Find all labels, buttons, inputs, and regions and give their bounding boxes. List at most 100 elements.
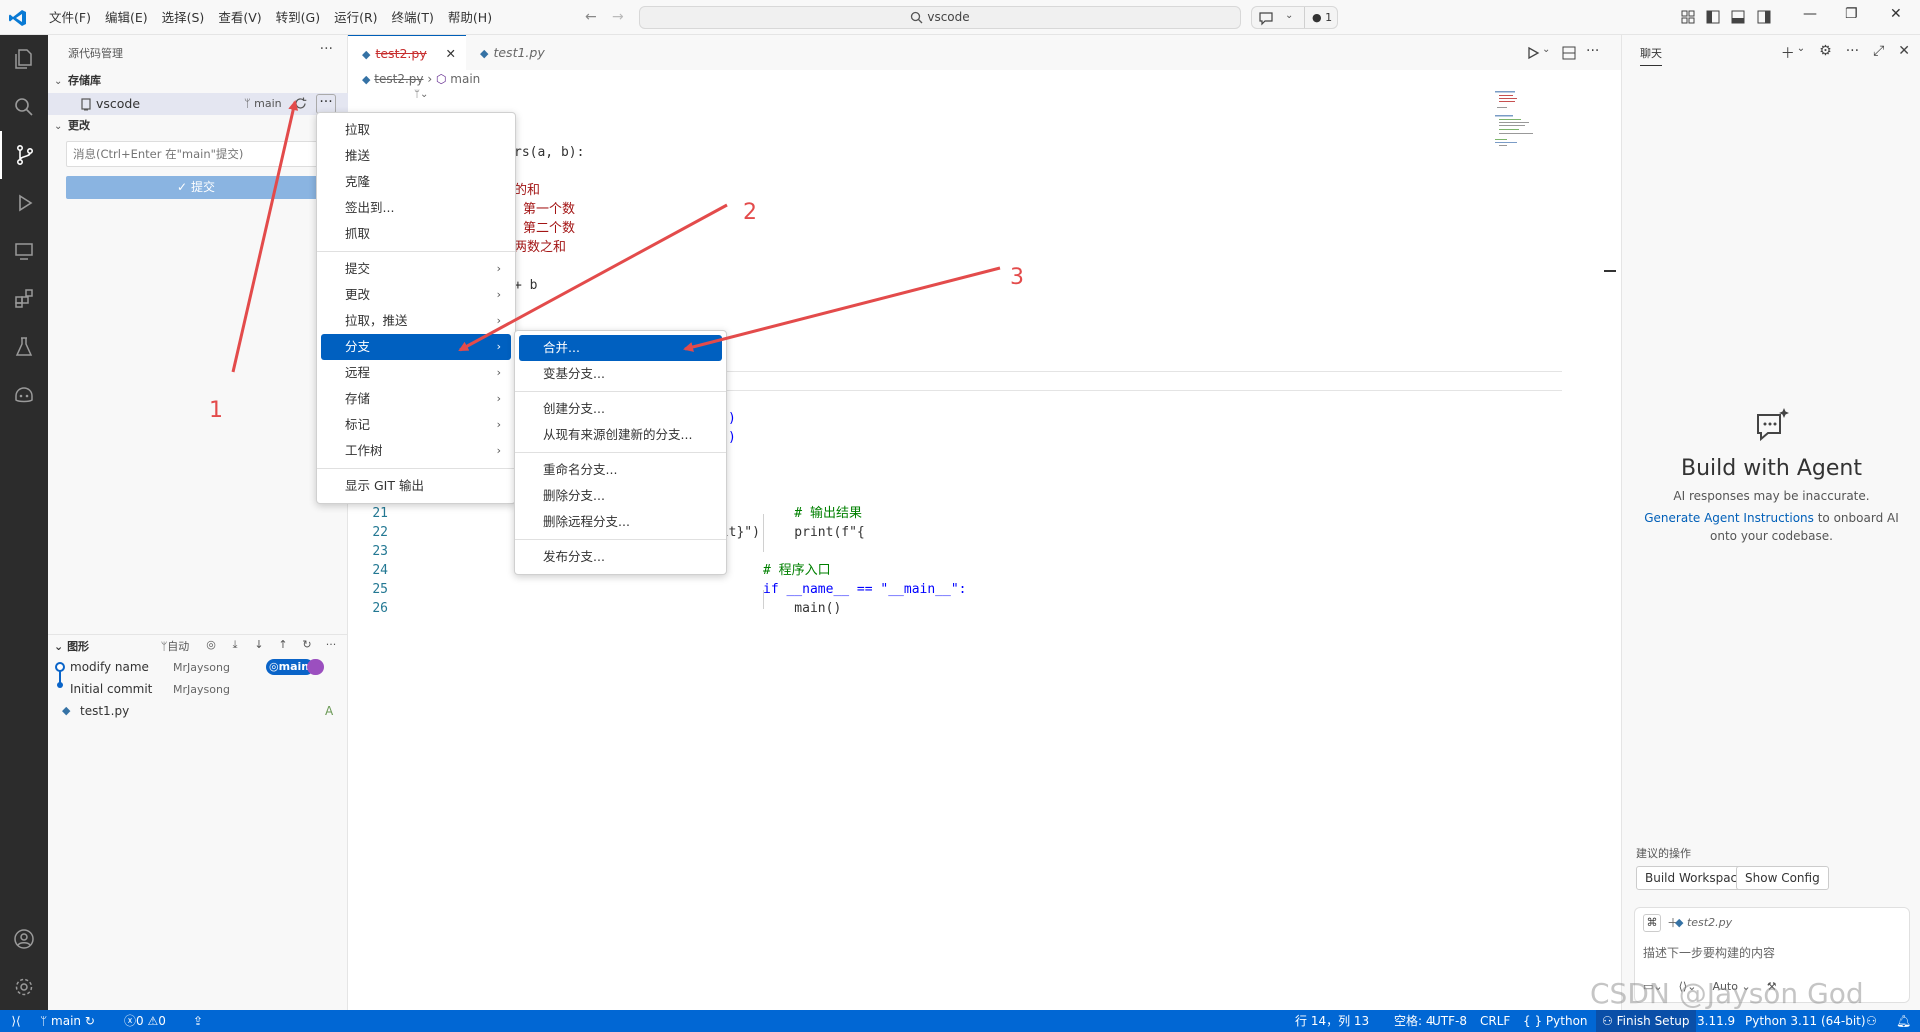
menu-selection[interactable]: 选择(S) [155, 0, 212, 35]
remote-indicator-icon[interactable]: ⟩⟨ [0, 1010, 32, 1032]
status-encoding[interactable]: UTF-8 [1432, 1010, 1467, 1032]
chat-toggle[interactable]: ⌄ ● 1 [1251, 6, 1338, 29]
tab-test1-py[interactable]: ◆ test1.py [466, 35, 574, 70]
layout-customize-icon[interactable] [1680, 9, 1696, 25]
toggle-panel-icon[interactable] [1730, 9, 1746, 25]
status-finish-setup[interactable]: ⚇ Finish Setup [1596, 1010, 1696, 1032]
toggle-secondary-sidebar-icon[interactable] [1756, 9, 1772, 25]
pull-icon[interactable]: ↓ [247, 638, 271, 654]
editor-more-icon[interactable]: ··· [1586, 43, 1599, 59]
status-problems[interactable]: ⓧ0 ⚠0 [124, 1010, 166, 1032]
close-chat-icon[interactable]: ✕ [1898, 43, 1910, 63]
menu-help[interactable]: 帮助(H) [441, 0, 499, 35]
notifications-bell-icon[interactable]: 🔔︎ [1896, 1010, 1911, 1032]
menu-item-branch[interactable]: 分支 › [321, 334, 511, 360]
menu-item-merge[interactable]: 合并... [519, 335, 722, 361]
repository-row[interactable]: vscode ᛘ main ··· [48, 93, 348, 115]
menu-item-clone[interactable]: 克隆 [321, 169, 511, 195]
breadcrumb-symbol[interactable]: main [450, 72, 480, 86]
more-actions-icon[interactable]: ··· [320, 41, 333, 57]
show-config-button[interactable]: Show Config [1736, 866, 1829, 890]
source-control-icon[interactable] [0, 131, 48, 179]
graph-more-icon[interactable]: ··· [319, 638, 343, 654]
restore-icon[interactable]: ❐ [1845, 6, 1858, 22]
menu-item-delete-branch[interactable]: 删除分支... [519, 483, 722, 509]
toggle-primary-sidebar-icon[interactable] [1705, 9, 1721, 25]
repo-more-actions-button[interactable]: ··· [316, 94, 336, 114]
split-editor-icon[interactable] [1562, 46, 1576, 60]
commit-button[interactable]: ✓ 提交 [66, 176, 326, 199]
close-tab-icon[interactable]: ✕ [446, 36, 456, 71]
copilot-status-icon[interactable]: ⚇ [1866, 1010, 1877, 1032]
graph-section-header[interactable]: ⌄ 图形 ᛘ自动 ◎ ⤓ ↓ ↑ ↻ ··· [48, 634, 348, 656]
run-debug-icon[interactable] [0, 179, 48, 227]
status-eol[interactable]: CRLF [1480, 1010, 1510, 1032]
menu-item-publish-branch[interactable]: 发布分支... [519, 544, 722, 570]
minimap[interactable] [1493, 89, 1553, 159]
fetch-icon[interactable]: ⤓ [223, 638, 247, 654]
attach-context-icon[interactable]: ⌘ [1643, 914, 1661, 932]
menu-item-pull-push[interactable]: 拉取，推送 › [321, 308, 511, 334]
live-share-icon[interactable]: ⇪ [193, 1010, 203, 1032]
menu-item-fetch[interactable]: 抓取 [321, 221, 511, 247]
copilot-icon[interactable] [0, 371, 48, 419]
target-icon[interactable]: ◎ [199, 638, 223, 654]
account-icon[interactable] [0, 915, 48, 963]
status-branch[interactable]: ᛘ main ↻ [40, 1010, 95, 1032]
menu-item-rename-branch[interactable]: 重命名分支... [519, 457, 722, 483]
remote-explorer-icon[interactable] [0, 227, 48, 275]
testing-flask-icon[interactable] [0, 323, 48, 371]
menu-item-push[interactable]: 推送 [321, 143, 511, 169]
push-icon[interactable]: ↑ [271, 638, 295, 654]
chevron-down-icon[interactable]: ⌄ [1285, 10, 1293, 21]
back-arrow-icon[interactable]: ← [585, 9, 597, 25]
menu-item-commit[interactable]: 提交 › [321, 256, 511, 282]
run-file-icon[interactable] [1526, 46, 1540, 60]
chevron-down-icon[interactable]: ⌄ [1542, 44, 1550, 55]
menu-file[interactable]: 文件(F) [42, 0, 98, 35]
status-cursor-position[interactable]: 行 14，列 13 [1295, 1010, 1369, 1032]
menu-item-create-branch[interactable]: 创建分支... [519, 396, 722, 422]
menu-run[interactable]: 运行(R) [327, 0, 384, 35]
menu-item-changes[interactable]: 更改 › [321, 282, 511, 308]
close-window-icon[interactable]: ✕ [1890, 6, 1902, 22]
new-chat-icon[interactable]: ＋ [1781, 43, 1795, 63]
menu-item-remote[interactable]: 远程 › [321, 360, 511, 386]
menu-item-tags[interactable]: 标记 › [321, 412, 511, 438]
menu-edit[interactable]: 编辑(E) [98, 0, 155, 35]
menu-item-delete-remote-branch[interactable]: 删除远程分支... [519, 509, 722, 535]
sync-icon[interactable] [293, 96, 308, 111]
menu-item-worktree[interactable]: 工作树 › [321, 438, 511, 464]
refresh-icon[interactable]: ↻ [295, 638, 319, 654]
repositories-section[interactable]: ⌄ 存储库 [48, 70, 348, 92]
chat-input-placeholder[interactable]: 描述下一步要构建的内容 [1643, 944, 1775, 961]
chevron-down-icon[interactable]: ⌄ [1797, 43, 1805, 63]
extensions-icon[interactable] [0, 275, 48, 323]
menu-item-rebase[interactable]: 变基分支... [519, 361, 722, 387]
settings-gear-icon[interactable] [0, 963, 48, 1011]
status-indentation[interactable]: 空格: 4 [1394, 1010, 1434, 1032]
chat-more-icon[interactable]: ··· [1846, 43, 1859, 63]
tab-test2-py[interactable]: ◆ test2.py ✕ [348, 35, 466, 70]
search-view-icon[interactable] [0, 83, 48, 131]
menu-item-pull[interactable]: 拉取 [321, 117, 511, 143]
menu-item-stash[interactable]: 存储 › [321, 386, 511, 412]
changed-file-row[interactable]: ◆ test1.py A [48, 700, 348, 722]
scrollbar-marker[interactable] [1604, 270, 1616, 272]
minimize-icon[interactable]: — [1803, 6, 1817, 22]
menu-view[interactable]: 查看(V) [211, 0, 268, 35]
auto-branch-filter[interactable]: ᛘ自动 [151, 638, 199, 654]
changes-section[interactable]: ⌄ 更改 [48, 115, 348, 137]
command-center-search[interactable]: vscode [639, 6, 1241, 29]
explorer-icon[interactable] [0, 35, 48, 83]
generate-instructions-link[interactable]: Generate Agent Instructions [1644, 511, 1814, 525]
menu-terminal[interactable]: 终端(T) [385, 0, 441, 35]
status-interpreter[interactable]: Python 3.11 (64-bit) [1745, 1010, 1866, 1032]
maximize-icon[interactable]: ⤢ [1873, 43, 1884, 63]
menu-item-show-git-output[interactable]: 显示 GIT 输出 [321, 473, 511, 499]
menu-item-create-branch-from[interactable]: 从现有来源创建新的分支... [519, 422, 722, 448]
status-python-version[interactable]: 3.11.9 [1697, 1010, 1735, 1032]
status-language[interactable]: { } Python [1523, 1010, 1588, 1032]
chat-settings-icon[interactable]: ⚙ [1819, 43, 1832, 63]
graph-commit-row[interactable]: modify name MrJaysong ◎main [48, 656, 348, 683]
